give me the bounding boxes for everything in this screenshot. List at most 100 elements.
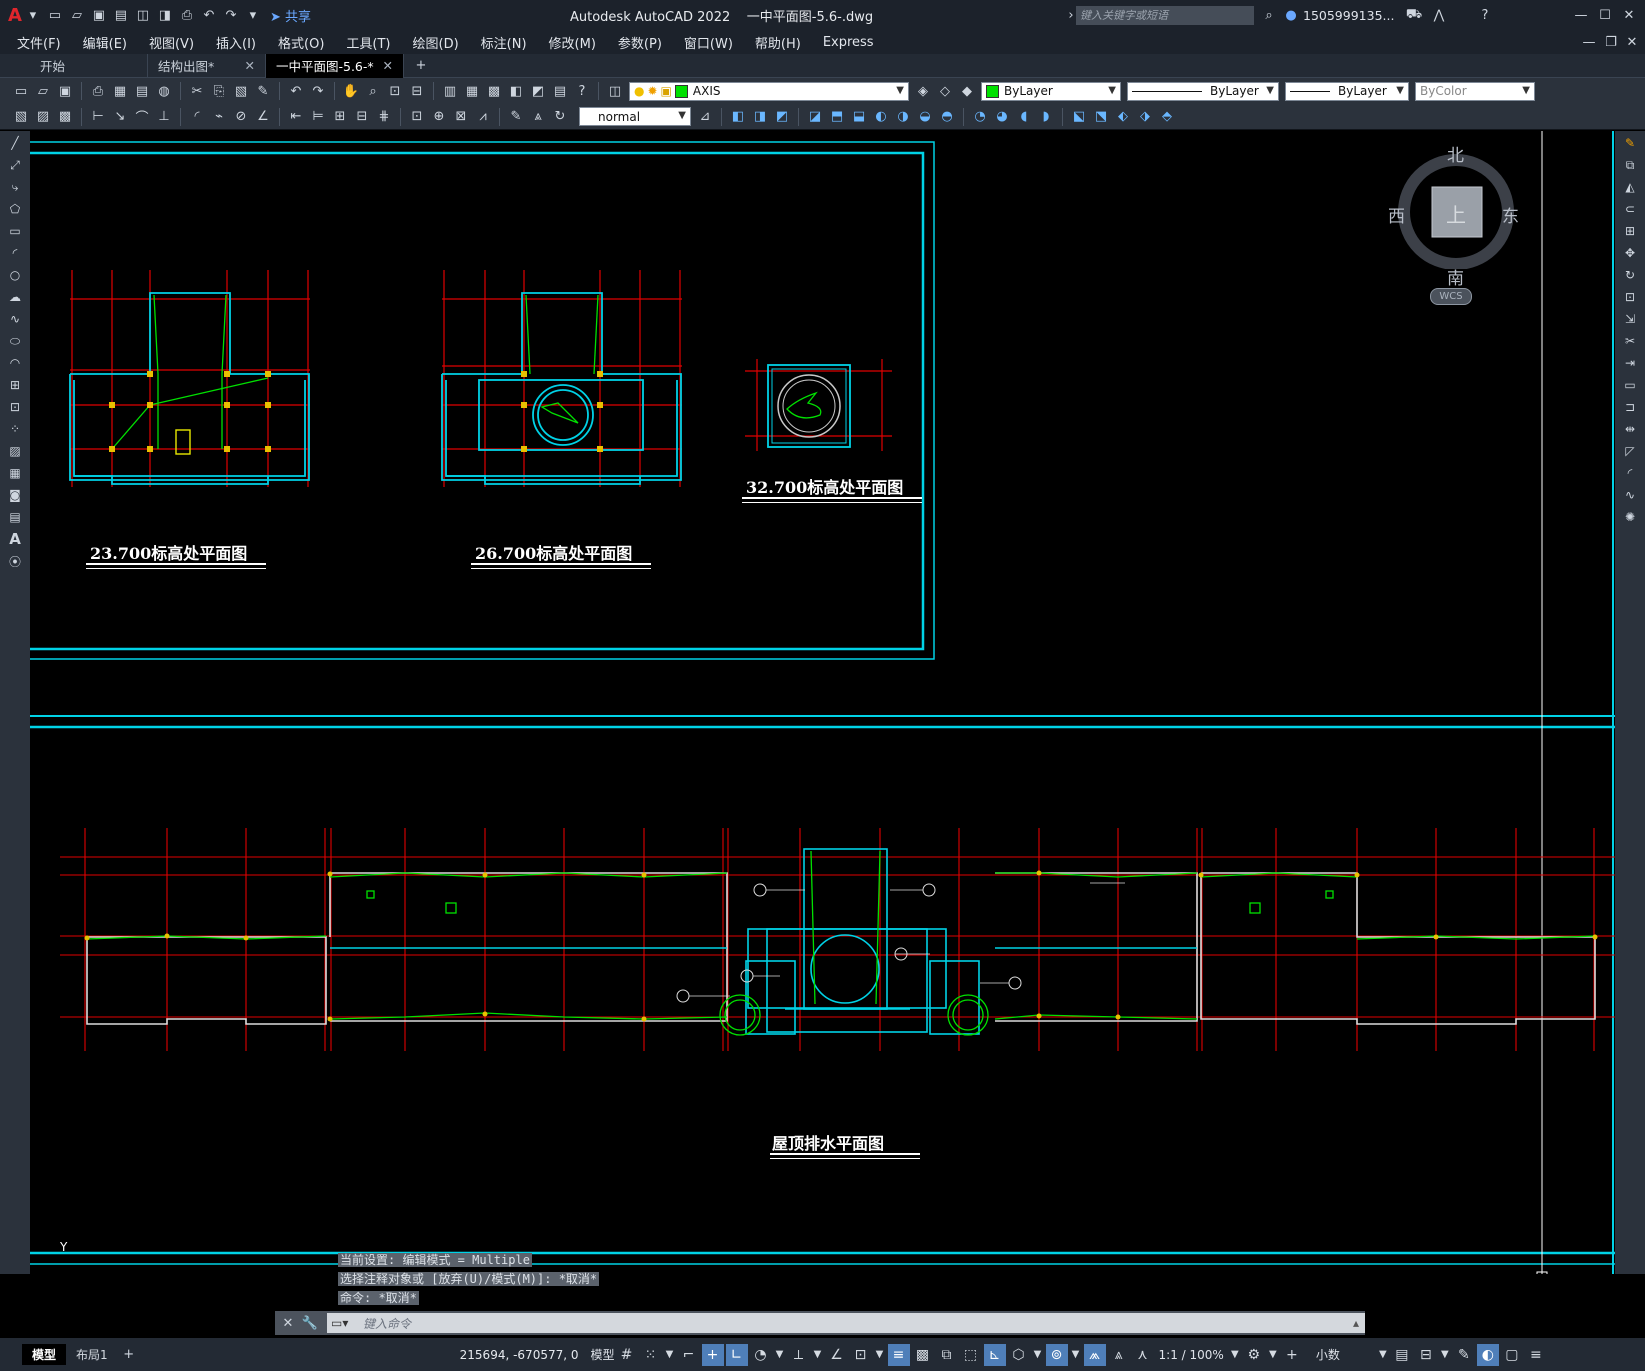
dim-update-icon[interactable]: ↻ — [551, 108, 569, 126]
copy-icon[interactable]: ⎘ — [210, 82, 228, 100]
menu-express[interactable]: Express — [812, 35, 885, 50]
layout-tab-layout1[interactable]: 布局1 — [66, 1344, 118, 1365]
ellipse-icon[interactable]: ⬭ — [5, 331, 25, 351]
open-web-icon[interactable]: ◫ — [134, 6, 152, 24]
menu-window[interactable]: 窗口(W) — [673, 33, 744, 52]
flatten-icon[interactable]: ◗ — [1037, 108, 1055, 126]
wcs-menu[interactable]: WCS — [1430, 288, 1472, 305]
polyline-icon[interactable]: ⤷ — [5, 177, 25, 197]
plotstyle-dropdown[interactable]: ByColor ▼ — [1415, 81, 1535, 101]
snap-menu-chevron-icon[interactable]: ▼ — [664, 1344, 676, 1366]
units-value[interactable]: 小数 — [1316, 1346, 1376, 1363]
lock-ui-icon[interactable]: ⊟ — [1415, 1344, 1437, 1366]
customize-status-icon[interactable]: ≡ — [1525, 1344, 1547, 1366]
dim-edit-icon[interactable]: ✎ — [507, 108, 525, 126]
polar-menu-chevron-icon[interactable]: ▼ — [774, 1344, 786, 1366]
multiline-text-icon[interactable]: A — [5, 529, 25, 549]
arc-length-icon[interactable]: ⌒ — [133, 108, 151, 126]
viewcube-south[interactable]: 南 — [1447, 264, 1464, 289]
selection-cycling-icon[interactable]: ⧉ — [936, 1344, 958, 1366]
menu-tools[interactable]: 工具(T) — [335, 33, 401, 52]
layer-properties-icon[interactable]: ◫ — [606, 82, 624, 100]
snap-icon[interactable]: ⁙ — [640, 1344, 662, 1366]
presspull-icon[interactable]: ⬒ — [828, 108, 846, 126]
dim-style-icon[interactable]: ⊿ — [696, 108, 714, 126]
isodraft-icon[interactable]: ⟂ — [788, 1344, 810, 1366]
table-icon[interactable]: ▤ — [5, 507, 25, 527]
add-layout-icon[interactable]: + — [120, 1346, 138, 1364]
close-command-line-icon[interactable]: ✕ — [279, 1314, 297, 1332]
ortho-icon[interactable]: ∟ — [725, 1343, 748, 1366]
menu-draw[interactable]: 绘图(D) — [402, 33, 470, 52]
join-icon[interactable]: ⇹ — [1620, 419, 1640, 439]
menu-modify[interactable]: 修改(M) — [538, 33, 607, 52]
app-menu-chevron-icon[interactable]: ▾ — [24, 6, 42, 24]
polar-tracking-icon[interactable]: ◔ — [750, 1344, 772, 1366]
autocad-logo-icon[interactable]: A — [8, 5, 22, 26]
markup-icon[interactable]: ◩ — [529, 82, 547, 100]
clean-screen-icon[interactable]: ▢ — [1501, 1344, 1523, 1366]
annotation-add-icon[interactable]: + — [1281, 1344, 1303, 1366]
customize-icon[interactable]: ▾ — [244, 6, 262, 24]
command-input[interactable]: ▭▾ 键入命令 ▴ — [327, 1313, 1365, 1333]
3d-array-icon[interactable]: ⬗ — [1136, 108, 1154, 126]
user-icon[interactable]: ● — [1282, 6, 1300, 24]
hatch-icon[interactable]: ▨ — [5, 441, 25, 461]
search-icon[interactable]: ⌕ — [1260, 6, 1278, 24]
3d-move-icon[interactable]: ⬕ — [1070, 108, 1088, 126]
layer-previous-icon[interactable]: ◇ — [936, 82, 954, 100]
close-tab-icon[interactable]: ✕ — [245, 58, 255, 73]
make-block-icon[interactable]: ⊡ — [5, 397, 25, 417]
arc-icon[interactable]: ◜ — [5, 243, 25, 263]
3d-object-snap-icon[interactable]: ⬚ — [960, 1344, 982, 1366]
interfere-icon[interactable]: ◕ — [993, 108, 1011, 126]
menu-dimension[interactable]: 标注(N) — [470, 33, 538, 52]
trim-icon[interactable]: ✂ — [1620, 331, 1640, 351]
3d-align-icon[interactable]: ⬖ — [1114, 108, 1132, 126]
quick-properties-icon[interactable]: ▤ — [1391, 1344, 1413, 1366]
coordinate-readout[interactable]: 215694, -670577, 0 — [460, 1348, 579, 1362]
isolate-objects-icon[interactable]: ✎ — [1453, 1344, 1475, 1366]
menu-edit[interactable]: 编辑(E) — [72, 33, 138, 52]
line-icon[interactable]: ╱ — [5, 133, 25, 153]
drawing-area[interactable]: 23.700标高处平面图 26.700标高处平面图 32.700标高处平面图 屋… — [30, 131, 1615, 1274]
lineweight-display-icon[interactable]: ≡ — [887, 1343, 910, 1366]
layer-states-icon[interactable]: ◆ — [958, 82, 976, 100]
globe-icon[interactable]: ◍ — [155, 82, 173, 100]
move-icon[interactable]: ✥ — [1620, 243, 1640, 263]
tolerance-icon[interactable]: ⊡ — [408, 108, 426, 126]
bring-front-icon[interactable]: ▨ — [34, 108, 52, 126]
dim-style-dropdown[interactable]: normal ▼ — [579, 107, 691, 126]
viewcube-east[interactable]: 东 — [1502, 202, 1519, 227]
user-name[interactable]: 1505999135... — [1303, 8, 1394, 23]
insert-block-icon[interactable]: ⊞ — [5, 375, 25, 395]
zoom-window-icon[interactable]: ⊡ — [386, 82, 404, 100]
open-icon[interactable]: ▱ — [34, 82, 52, 100]
autodesk-account-icon[interactable]: ⋀ — [1430, 6, 1448, 24]
object-snap-icon[interactable]: ⊡ — [850, 1344, 872, 1366]
slice-icon[interactable]: ◔ — [971, 108, 989, 126]
angular-dim-icon[interactable]: ∠ — [254, 108, 272, 126]
annotation-scale-value[interactable]: 1:1 / 100% — [1159, 1348, 1224, 1362]
tab-floorplan[interactable]: 一中平面图-5.6-* ✕ — [266, 53, 404, 78]
menu-format[interactable]: 格式(O) — [267, 33, 335, 52]
cut-icon[interactable]: ✂ — [188, 82, 206, 100]
ordinate-dim-icon[interactable]: ⊥ — [155, 108, 173, 126]
save-icon[interactable]: ▣ — [56, 82, 74, 100]
circle-icon[interactable]: ○ — [5, 265, 25, 285]
viewcube-top-face[interactable]: 上 — [1446, 199, 1466, 228]
workspace-gear-icon[interactable]: ⚙ — [1243, 1344, 1265, 1366]
construction-line-icon[interactable]: ⤢ — [5, 155, 25, 175]
undo-icon[interactable]: ↶ — [287, 82, 305, 100]
aligned-dim-icon[interactable]: ↘ — [111, 108, 129, 126]
redo-icon[interactable]: ↷ — [222, 6, 240, 24]
gizmo-menu-chevron-icon[interactable]: ▼ — [1032, 1344, 1044, 1366]
selection-filter-icon[interactable]: ⬡ — [1008, 1344, 1030, 1366]
stretch-icon[interactable]: ⇲ — [1620, 309, 1640, 329]
scale-menu-chevron-icon[interactable]: ▼ — [1229, 1344, 1241, 1366]
save-icon[interactable]: ▣ — [90, 6, 108, 24]
union-icon[interactable]: ◒ — [916, 108, 934, 126]
region-icon[interactable]: ◙ — [5, 485, 25, 505]
search-input[interactable]: 键入关键字或短语 — [1076, 5, 1254, 25]
help-icon[interactable]: ? — [573, 82, 591, 100]
